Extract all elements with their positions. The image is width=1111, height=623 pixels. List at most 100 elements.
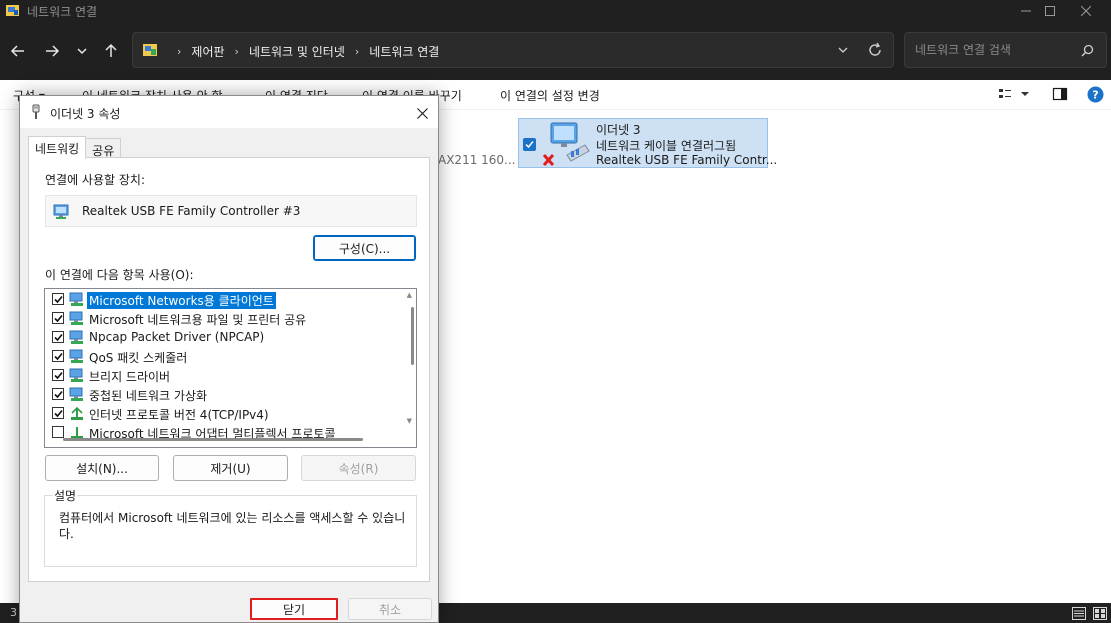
- protocol-component-icon: [69, 387, 83, 401]
- protocol-component-icon: [69, 330, 83, 344]
- close-icon: [416, 107, 428, 119]
- search-box: [904, 32, 1107, 68]
- item-label: Microsoft 네트워크용 파일 및 프린터 공유: [89, 313, 307, 327]
- refresh-icon[interactable]: [867, 42, 883, 58]
- item-checkbox[interactable]: [52, 293, 64, 305]
- item-checkbox[interactable]: [52, 312, 64, 324]
- properties-button[interactable]: 속성(R): [301, 455, 416, 481]
- client-component-icon: [69, 292, 83, 306]
- item-checkbox[interactable]: [52, 331, 64, 343]
- check-icon: [53, 390, 63, 398]
- items-label: 이 연결에 다음 항목 사용(O):: [45, 268, 194, 282]
- details-view-icon[interactable]: [1072, 607, 1086, 620]
- item-label: 브리지 드라이버: [89, 370, 171, 384]
- chevron-down-icon: [77, 48, 87, 55]
- scroll-down-icon[interactable]: ▼: [407, 417, 412, 425]
- adapter-select-checkbox[interactable]: [523, 138, 536, 151]
- item-label: Npcap Packet Driver (NPCAP): [89, 330, 265, 344]
- item-label: 중첩된 네트워크 가상화: [89, 389, 208, 403]
- forward-button[interactable]: [40, 39, 64, 63]
- item-label: QoS 패킷 스케줄러: [89, 351, 188, 365]
- configure-button[interactable]: 구성(C)...: [313, 235, 416, 261]
- list-item[interactable]: Microsoft Networks용 클라이언트: [45, 290, 401, 309]
- arrow-left-icon: [10, 45, 24, 57]
- check-icon: [53, 352, 63, 360]
- breadcrumb-network-connections[interactable]: 네트워크 연결: [369, 43, 439, 60]
- item-label: 인터넷 프로토콜 버전 4(TCP/IPv4): [89, 408, 269, 422]
- preview-pane-icon[interactable]: [1052, 86, 1068, 102]
- networking-panel: 연결에 사용할 장치: Realtek USB FE Family Contro…: [28, 157, 430, 582]
- item-checkbox[interactable]: [52, 350, 64, 362]
- list-item[interactable]: Npcap Packet Driver (NPCAP): [45, 328, 401, 347]
- ethernet-properties-dialog: 이더넷 3 속성 네트워킹 공유 연결에 사용할 장치: Realtek USB…: [19, 95, 439, 623]
- view-dropdown-icon[interactable]: [1020, 89, 1030, 99]
- view-options-icon[interactable]: [998, 86, 1014, 102]
- address-field[interactable]: › 제어판 › 네트워크 및 인터넷 › 네트워크 연결: [132, 32, 894, 68]
- uninstall-button[interactable]: 제거(U): [173, 455, 288, 481]
- item-checkbox[interactable]: [52, 388, 64, 400]
- service-component-icon: [69, 349, 83, 363]
- dialog-close-button[interactable]: [412, 103, 432, 123]
- scroll-up-icon[interactable]: ▲: [407, 291, 412, 299]
- change-settings-command[interactable]: 이 연결의 설정 변경: [500, 87, 600, 104]
- ethernet-cable-icon: [32, 104, 40, 119]
- breadcrumb-network-internet[interactable]: 네트워크 및 인터넷: [249, 43, 345, 60]
- description-text: 컴퓨터에서 Microsoft 네트워크에 있는 리소스를 액세스할 수 있습니…: [59, 511, 406, 541]
- window-title: 네트워크 연결: [27, 5, 98, 19]
- close-window-button[interactable]: [1062, 0, 1110, 22]
- dialog-titlebar: 이더넷 3 속성: [20, 96, 438, 128]
- network-adapter-icon: [53, 204, 69, 219]
- adapter-device: Realtek USB FE Family Contr...: [596, 153, 778, 167]
- recent-locations-button[interactable]: [70, 39, 94, 63]
- address-dropdown-icon[interactable]: [837, 44, 849, 56]
- up-button[interactable]: [99, 39, 123, 63]
- search-icon[interactable]: [1081, 44, 1094, 57]
- horizontal-scrollbar[interactable]: [63, 438, 363, 441]
- list-item[interactable]: 중첩된 네트워크 가상화: [45, 385, 401, 404]
- check-icon: [53, 409, 63, 417]
- check-icon: [53, 371, 63, 379]
- device-box: Realtek USB FE Family Controller #3: [45, 195, 417, 227]
- connect-using-label: 연결에 사용할 장치:: [45, 173, 145, 187]
- breadcrumb-control-panel[interactable]: 제어판: [191, 43, 224, 60]
- tab-sharing[interactable]: 공유: [85, 138, 122, 158]
- cancel-button[interactable]: 취소: [348, 598, 432, 620]
- help-icon[interactable]: ?: [1087, 86, 1104, 103]
- list-item[interactable]: QoS 패킷 스케줄러: [45, 347, 401, 366]
- adapter-name: 이더넷 3: [596, 123, 641, 137]
- item-checkbox[interactable]: [52, 407, 64, 419]
- maximize-icon: [1045, 6, 1055, 16]
- network-adapter-disconnected-icon: [542, 122, 590, 167]
- tcpip-protocol-icon: [71, 406, 83, 420]
- tiles-view-icon[interactable]: [1093, 607, 1107, 620]
- arrow-right-icon: [46, 45, 60, 57]
- tab-networking[interactable]: 네트워킹: [28, 136, 87, 159]
- item-checkbox[interactable]: [52, 369, 64, 381]
- adapter-ethernet-3[interactable]: 이더넷 3 네트워크 케이블 연결러그됨 Realtek USB FE Fami…: [518, 118, 777, 168]
- search-input[interactable]: [915, 41, 1075, 59]
- control-panel-icon: [143, 44, 157, 56]
- item-label: Microsoft Networks용 클라이언트: [87, 292, 276, 309]
- list-item[interactable]: 인터넷 프로토콜 버전 4(TCP/IPv4): [45, 404, 401, 423]
- dialog-title: 이더넷 3 속성: [50, 107, 121, 121]
- check-icon: [53, 314, 63, 322]
- dialog-tabs: 네트워킹 공유: [28, 136, 122, 159]
- description-group: 설명 컴퓨터에서 Microsoft 네트워크에 있는 리소스를 액세스할 수 …: [44, 487, 417, 567]
- check-icon: [525, 141, 534, 149]
- list-item[interactable]: Microsoft 네트워크용 파일 및 프린터 공유: [45, 309, 401, 328]
- back-button[interactable]: [6, 39, 30, 63]
- description-title: 설명: [53, 487, 78, 504]
- device-name: Realtek USB FE Family Controller #3: [82, 204, 301, 218]
- close-icon: [1081, 6, 1091, 16]
- install-button[interactable]: 설치(N)...: [45, 455, 159, 481]
- service-component-icon: [69, 311, 83, 325]
- address-toolbar: › 제어판 › 네트워크 및 인터넷 › 네트워크 연결: [0, 22, 1111, 80]
- vertical-scrollbar[interactable]: [411, 307, 414, 365]
- close-button[interactable]: 닫기: [250, 598, 338, 620]
- breadcrumb: › 제어판 › 네트워크 및 인터넷 › 네트워크 연결: [177, 43, 440, 60]
- svg-text:?: ?: [1092, 89, 1098, 102]
- check-icon: [53, 295, 63, 303]
- item-checkbox[interactable]: [52, 426, 64, 438]
- list-item[interactable]: 브리지 드라이버: [45, 366, 401, 385]
- components-list[interactable]: Microsoft Networks용 클라이언트 Microsoft 네트워크…: [44, 288, 417, 448]
